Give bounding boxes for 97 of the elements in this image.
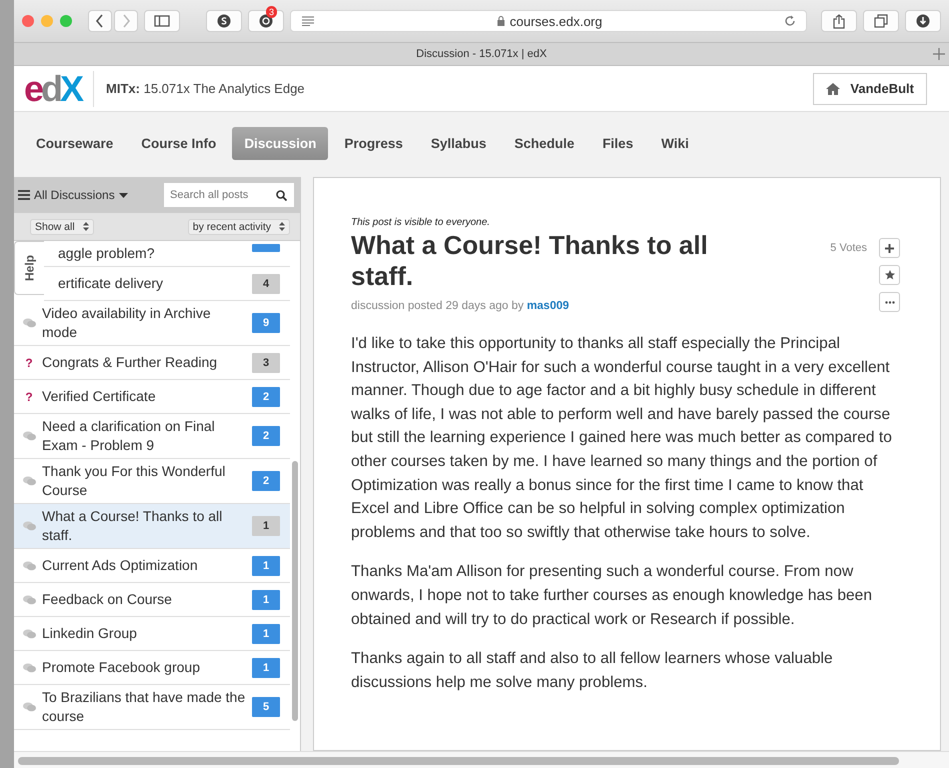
comment-icon <box>22 628 36 638</box>
extension-icon <box>217 14 231 28</box>
scrollbar-thumb[interactable] <box>18 757 899 765</box>
lock-icon <box>496 16 505 26</box>
post-title: Current Ads Optimization <box>42 556 199 575</box>
plus-icon <box>885 244 894 252</box>
user-button[interactable]: VandeBult <box>813 72 927 104</box>
comment-icon <box>22 431 36 441</box>
caret-icon <box>118 192 128 198</box>
home-icon <box>826 82 840 94</box>
question-icon: ? <box>25 356 33 370</box>
post-title: Feedback on Course <box>42 590 173 609</box>
post-title: What a Course! Thanks to all staff. <box>42 507 224 545</box>
comment-count: 2 <box>252 386 280 406</box>
notification-badge: 3 <box>266 6 277 18</box>
comment-count: 9 <box>252 313 280 333</box>
comment-icon <box>22 662 36 672</box>
extension-icon <box>259 14 273 28</box>
forward-icon <box>121 14 131 28</box>
comment-icon <box>22 476 36 486</box>
back-icon <box>95 14 105 28</box>
sidebar-button[interactable] <box>144 10 180 32</box>
scrollbar-thumb[interactable] <box>292 461 298 721</box>
post-title: ertificate delivery <box>58 274 164 293</box>
nav-tab[interactable]: Schedule <box>502 126 586 160</box>
comment-icon <box>22 594 36 604</box>
post-title: Verified Certificate <box>42 387 157 406</box>
post-title: To Brazilians that have made the course <box>42 688 246 726</box>
nav-tab[interactable]: Syllabus <box>418 126 498 160</box>
post-title: Congrats & Further Reading <box>42 353 218 372</box>
comment-count: 2 <box>252 471 280 491</box>
download-icon <box>916 14 930 28</box>
menu-icon <box>18 190 30 200</box>
comment-count: 3 <box>252 352 280 372</box>
back-button[interactable] <box>88 10 112 32</box>
search-field[interactable]: Search all posts <box>164 183 294 207</box>
star-icon <box>884 270 894 280</box>
course-title: MITx: 15.071x The Analytics Edge <box>106 81 306 96</box>
comment-count: 1 <box>252 556 280 576</box>
post-item[interactable]: aggle problem? <box>44 241 290 267</box>
reload-icon[interactable] <box>784 15 796 27</box>
post-title: Need a clarification on Final Exam - Problem 9 <box>42 417 216 455</box>
comment-icon <box>22 521 36 531</box>
sidebar-icon <box>154 15 170 27</box>
nav-tab[interactable]: Course Info <box>129 126 228 160</box>
nav-tab[interactable]: Files <box>590 126 646 160</box>
nav-tab[interactable]: Progress <box>332 126 415 160</box>
post-heading: What a Course! Thanks to all staff. <box>351 230 709 292</box>
extension-button[interactable] <box>206 10 242 32</box>
show-select[interactable]: Show all <box>30 218 94 234</box>
visibility-note: This post is visible to everyone. <box>351 217 491 228</box>
vote-count: 5 Votes <box>830 242 867 254</box>
new-tab-icon[interactable] <box>933 48 945 60</box>
select-arrows-icon <box>279 222 285 231</box>
post-item[interactable]: What a Course! Thanks to all staff. 1 <box>14 504 290 549</box>
nav-tab[interactable]: Courseware <box>24 126 126 160</box>
comment-icon <box>22 560 36 570</box>
post-title: Video availability in Archive mode <box>42 304 212 342</box>
vote-button[interactable] <box>879 238 900 258</box>
edx-logo[interactable]: edX <box>24 70 94 106</box>
post-paragraph: Thanks Ma'am Allison for presenting such a wonderful course. From now onwards, I hope not to take further courses as enough knowledge has been obtained and will try to do practical work or Research if possible. <box>351 562 874 630</box>
post-title: Promote Facebook group <box>42 658 201 677</box>
help-tab[interactable]: Help <box>14 241 44 295</box>
search-icon <box>276 190 287 201</box>
share-button[interactable] <box>821 10 857 32</box>
sort-select[interactable]: by recent activity <box>188 218 290 234</box>
select-arrows-icon <box>82 222 89 231</box>
tabs-icon <box>874 14 888 28</box>
post-title: aggle problem? <box>58 244 156 263</box>
post-meta: discussion posted 29 days ago by mas009 <box>351 300 570 312</box>
more-button[interactable] <box>879 292 900 312</box>
tabs-button[interactable] <box>863 10 899 32</box>
nav-tab[interactable]: Wiki <box>649 126 701 160</box>
comment-count: 2 <box>252 426 280 446</box>
comment-count: 1 <box>252 658 280 678</box>
comment-count: 1 <box>252 516 280 536</box>
author-link[interactable]: mas009 <box>526 300 570 312</box>
share-icon <box>833 14 845 28</box>
address-bar[interactable]: courses.edx.org <box>290 10 807 32</box>
download-button[interactable] <box>905 10 941 32</box>
post-title: Linkedin Group <box>42 624 138 643</box>
browser-tab[interactable]: Discussion - 15.071x | edX <box>416 48 547 60</box>
comment-count: 1 <box>252 624 280 644</box>
discussion-filter[interactable]: All Discussions <box>18 188 128 202</box>
post-title: Thank you For this Wonderful Course <box>42 462 226 500</box>
more-icon <box>884 300 894 304</box>
question-icon: ? <box>25 390 33 404</box>
post-paragraph: Thanks again to all staff and also to all fellow learners whose valuable discussions help me solve many problems. <box>351 649 834 693</box>
follow-button[interactable] <box>879 265 900 285</box>
post-paragraph: I'd like to take this opportunity to thanks all staff especially the Principal Instructor, Allison O'Hair for such a wonderful course taught in a very excellent manner. Though due to age factor and a bit highly busy schedule in different walks of life, I was not able to perform well and have barely passed the course but still the learning experience I gained here was much better as compared to other courses taken by me. I have learned so many things and the portion of Optimization was really a bonus since for the first time I came to know that Excel and Libre Office can be so helpful in solving complex optimization problems and that too so swiftly that otherwise take hours to solve. <box>351 334 893 543</box>
comment-icon <box>22 702 36 712</box>
comment-icon <box>22 318 36 328</box>
url-text: courses.edx.org <box>315 14 784 28</box>
comment-count: 5 <box>252 697 280 717</box>
comment-count: 1 <box>252 590 280 610</box>
comment-count: 4 <box>252 274 280 294</box>
reader-icon[interactable] <box>301 16 315 26</box>
